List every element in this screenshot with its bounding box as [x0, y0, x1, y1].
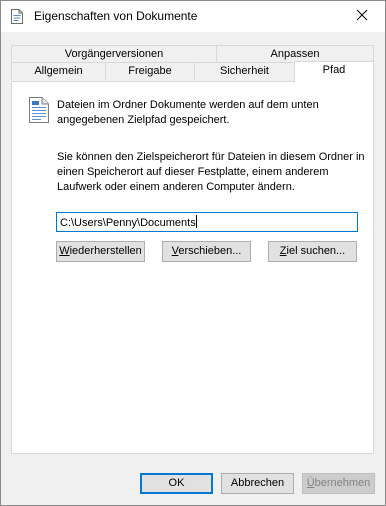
button-label: bernehmen: [314, 477, 371, 489]
text-caret: [195, 215, 197, 228]
tab-label: Sicherheit: [220, 65, 269, 77]
button-label: iederherstellen: [69, 245, 142, 257]
target-path-field[interactable]: C:\Users\Penny\Documents: [56, 212, 358, 232]
move-button[interactable]: Verschieben...: [162, 241, 251, 262]
tab-label: Allgemein: [34, 65, 83, 77]
target-path-value: C:\Users\Penny\Documents: [60, 217, 196, 229]
tab-allgemein[interactable]: Allgemein: [11, 62, 106, 80]
find-target-button[interactable]: Ziel suchen...: [268, 241, 357, 262]
info-text: Dateien im Ordner Dokumente werden auf d…: [57, 99, 319, 126]
mnemonic: Z: [279, 245, 287, 257]
document-properties-icon: [11, 9, 23, 24]
mnemonic: Ü: [306, 477, 315, 489]
pfad-tab-panel: Dateien im Ordner Dokumente werden auf d…: [11, 81, 374, 454]
ok-button[interactable]: OK: [140, 473, 213, 494]
document-icon: [29, 97, 49, 123]
tab-freigabe[interactable]: Freigabe: [105, 62, 195, 80]
tab-label: Vorgängerversionen: [64, 48, 164, 60]
tab-label: Freigabe: [128, 65, 172, 77]
title-bar: Eigenschaften von Dokumente: [1, 1, 385, 32]
tab-sicherheit[interactable]: Sicherheit: [194, 62, 295, 80]
tab-label: Anpassen: [270, 48, 320, 60]
cancel-button[interactable]: Abbrechen: [221, 473, 294, 494]
button-label: OK: [168, 477, 185, 489]
properties-dialog: Eigenschaften von Dokumente Vorgängerver…: [0, 0, 386, 506]
description-text: Sie können den Zielspeicherort für Datei…: [57, 151, 365, 193]
window-title: Eigenschaften von Dokumente: [34, 9, 198, 23]
button-label: Abbrechen: [230, 477, 285, 489]
apply-button[interactable]: Übernehmen: [302, 473, 375, 494]
tab-vorgaengerversionen[interactable]: Vorgängerversionen: [11, 45, 217, 63]
close-button[interactable]: [339, 1, 385, 32]
tab-label: Pfad: [322, 64, 346, 76]
close-icon: [356, 9, 368, 24]
button-label: erschieben...: [178, 245, 242, 257]
tab-pfad[interactable]: Pfad: [294, 61, 374, 82]
tab-strip: Vorgängerversionen Anpassen Allgemein Fr…: [11, 45, 374, 82]
button-label: iel suchen...: [286, 245, 346, 257]
mnemonic: W: [59, 245, 70, 257]
restore-button[interactable]: Wiederherstellen: [56, 241, 145, 262]
